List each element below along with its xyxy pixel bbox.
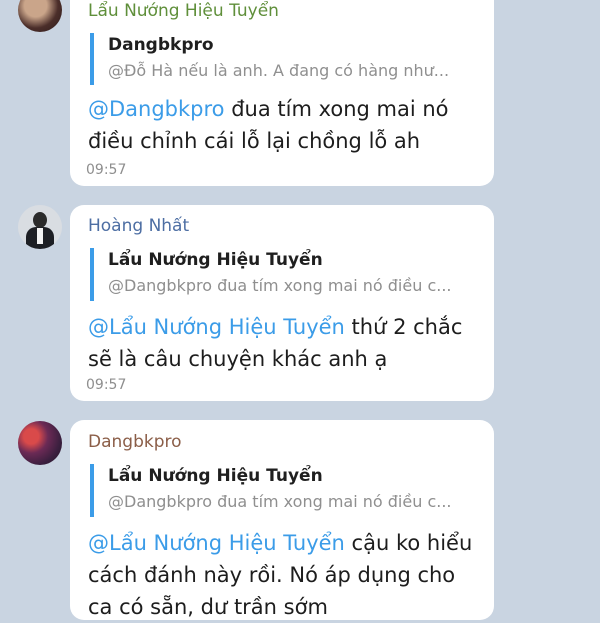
message-text-part: điều chỉnh cái lỗ lại chồng lỗ ah xyxy=(88,129,421,153)
message-text-part: sẽ là câu chuyện khác anh ạ xyxy=(88,347,388,371)
quote-text: @Dangbkpro đua tím xong mai nó điều c... xyxy=(108,276,452,295)
quote-author: Lẩu Nướng Hiệu Tuyển xyxy=(108,466,323,486)
timestamp: 09:57 xyxy=(86,377,127,393)
quote-author: Dangbkpro xyxy=(108,35,214,55)
sender-name[interactable]: Hoàng Nhất xyxy=(88,216,189,236)
message-text-part: cậu ko hiểu xyxy=(344,531,473,555)
reply-quote[interactable]: Lẩu Nướng Hiệu Tuyển @Dangbkpro đua tím … xyxy=(90,248,470,301)
message-text-part: cách đánh này rồi. Nó áp dụng cho xyxy=(88,563,456,587)
message-bubble[interactable]: Hoàng Nhất Lẩu Nướng Hiệu Tuyển @Dangbkp… xyxy=(70,205,494,401)
sender-name[interactable]: Lẩu Nướng Hiệu Tuyển xyxy=(88,1,279,21)
avatar[interactable] xyxy=(18,421,62,465)
message-bubble[interactable]: Dangbkpro Lẩu Nướng Hiệu Tuyển @Dangbkpr… xyxy=(70,420,494,620)
sender-name[interactable]: Dangbkpro xyxy=(88,432,182,452)
reply-quote[interactable]: Lẩu Nướng Hiệu Tuyển @Dangbkpro đua tím … xyxy=(90,464,470,517)
avatar-shirt xyxy=(37,228,43,244)
mention-link[interactable]: @Dangbkpro xyxy=(88,97,225,121)
message-bubble[interactable]: Lẩu Nướng Hiệu Tuyển Dangbkpro @Đỗ Hà nế… xyxy=(70,0,494,186)
avatar-head xyxy=(33,212,47,228)
message-text: @Lẩu Nướng Hiệu Tuyển thứ 2 chắc sẽ là c… xyxy=(88,311,483,375)
quote-text: @Dangbkpro đua tím xong mai nó điều c... xyxy=(108,492,452,511)
timestamp: 09:57 xyxy=(86,162,127,178)
message-text-part: ca có sẵn, dư trần sớm xyxy=(88,595,328,619)
mention-link[interactable]: @Lẩu Nướng Hiệu Tuyển xyxy=(88,315,345,339)
avatar[interactable] xyxy=(18,205,62,249)
message-text-part: thứ 2 chắc xyxy=(344,315,463,339)
quote-text: @Đỗ Hà nếu là anh. A đang có hàng như... xyxy=(108,61,450,80)
reply-quote[interactable]: Dangbkpro @Đỗ Hà nếu là anh. A đang có h… xyxy=(90,33,470,85)
message-text: @Dangbkpro đua tím xong mai nó điều chỉn… xyxy=(88,93,483,157)
avatar[interactable] xyxy=(18,0,62,32)
message-text: @Lẩu Nướng Hiệu Tuyển cậu ko hiểu cách đ… xyxy=(88,527,483,623)
mention-link[interactable]: @Lẩu Nướng Hiệu Tuyển xyxy=(88,531,345,555)
quote-author: Lẩu Nướng Hiệu Tuyển xyxy=(108,250,323,270)
message-text-part: đua tím xong mai nó xyxy=(224,97,449,121)
